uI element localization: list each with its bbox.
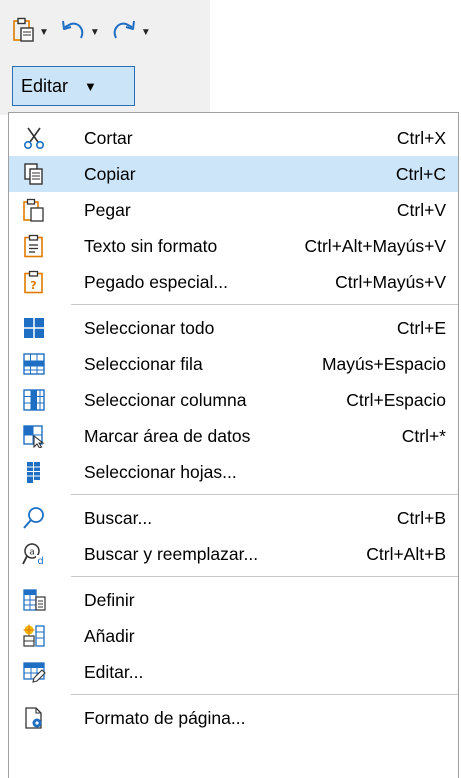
menu-item-anadir[interactable]: Añadir — [9, 618, 458, 654]
undo-button[interactable]: ▼ — [57, 16, 106, 48]
chevron-down-icon: ▼ — [84, 78, 97, 94]
search-icon — [22, 506, 46, 530]
menu-item-cortar[interactable]: Cortar Ctrl+X — [9, 120, 458, 156]
menu-item-shortcut: Ctrl+Mayús+V — [335, 271, 446, 292]
menu-item-shortcut: Mayús+Espacio — [321, 353, 446, 374]
menu-separator — [71, 304, 458, 305]
quick-access-toolbar: ▼ ▼ ▼ — [10, 14, 157, 50]
menu-item-shortcut: Ctrl+V — [396, 199, 446, 220]
svg-text:?: ? — [30, 279, 36, 292]
edit-dropdown-menu: Cortar Ctrl+X Copiar Ctrl+C Pegar Ctrl+V — [8, 112, 459, 778]
menu-item-label: Editar... — [84, 661, 144, 682]
page-format-icon — [22, 706, 46, 730]
menu-separator — [71, 694, 458, 695]
menu-item-label: Seleccionar hojas... — [84, 461, 237, 482]
scissors-icon — [22, 126, 46, 150]
select-row-icon — [22, 352, 46, 376]
undo-dropdown-arrow[interactable]: ▼ — [90, 27, 100, 38]
menu-item-seleccionar-fila[interactable]: Seleccionar fila Mayús+Espacio — [9, 346, 458, 382]
menu-item-seleccionar-columna[interactable]: Seleccionar columna Ctrl+Espacio — [9, 382, 458, 418]
menu-item-formato-de-pagina[interactable]: Formato de página... — [9, 700, 458, 736]
menu-item-seleccionar-hojas[interactable]: Seleccionar hojas... — [9, 454, 458, 490]
menu-separator — [71, 576, 458, 577]
menu-item-label: Texto sin formato — [84, 235, 218, 256]
redo-icon — [110, 18, 138, 47]
menu-item-label: Pegar — [84, 199, 131, 220]
define-range-icon — [22, 588, 46, 612]
menu-item-label: Añadir — [84, 625, 135, 646]
menu-item-label: Formato de página... — [84, 707, 246, 728]
svg-text:a: a — [29, 548, 35, 558]
menu-item-label: Buscar y reemplazar... — [84, 543, 259, 564]
menu-item-shortcut: Ctrl+C — [395, 163, 446, 184]
copy-icon — [22, 162, 46, 186]
paste-special-icon: ? — [22, 270, 46, 294]
paste-dropdown-arrow[interactable]: ▼ — [39, 27, 49, 38]
edit-menu-button[interactable]: Editar ▼ — [12, 66, 135, 106]
menu-item-texto-sin-formato[interactable]: Texto sin formato Ctrl+Alt+Mayús+V — [9, 228, 458, 264]
menu-item-label: Marcar área de datos — [84, 425, 251, 446]
menu-item-copiar[interactable]: Copiar Ctrl+C — [9, 156, 458, 192]
menu-item-shortcut: Ctrl+X — [396, 127, 446, 148]
edit-range-icon — [22, 660, 46, 684]
menu-item-label: Seleccionar todo — [84, 317, 215, 338]
menu-item-label: Definir — [84, 589, 135, 610]
edit-menu-label: Editar — [21, 75, 69, 96]
menu-item-editar[interactable]: Editar... — [9, 654, 458, 690]
add-range-icon — [22, 624, 46, 648]
toolbar-area: ▼ ▼ ▼ Editar ▼ — [0, 0, 210, 115]
paste-unformatted-icon — [22, 234, 46, 258]
paste-icon — [22, 198, 46, 222]
select-all-icon — [22, 316, 46, 340]
menu-item-shortcut: Ctrl+B — [396, 507, 446, 528]
menu-item-shortcut: Ctrl+E — [396, 317, 446, 338]
menu-item-definir[interactable]: Definir — [9, 582, 458, 618]
menu-item-shortcut: Ctrl+* — [401, 425, 446, 446]
menu-item-shortcut: Ctrl+Alt+Mayús+V — [304, 235, 446, 256]
menu-item-pegar[interactable]: Pegar Ctrl+V — [9, 192, 458, 228]
redo-button[interactable]: ▼ — [108, 16, 157, 48]
menu-item-label: Pegado especial... — [84, 271, 228, 292]
menu-item-buscar[interactable]: Buscar... Ctrl+B — [9, 500, 458, 536]
menu-item-pegado-especial[interactable]: ? Pegado especial... Ctrl+Mayús+V — [9, 264, 458, 300]
menu-item-buscar-y-reemplazar[interactable]: a d Buscar y reemplazar... Ctrl+Alt+B — [9, 536, 458, 572]
paste-icon — [12, 17, 36, 48]
redo-dropdown-arrow[interactable]: ▼ — [141, 27, 151, 38]
menu-item-marcar-area-de-datos[interactable]: Marcar área de datos Ctrl+* — [9, 418, 458, 454]
find-replace-icon: a d — [22, 542, 46, 566]
menu-item-seleccionar-todo[interactable]: Seleccionar todo Ctrl+E — [9, 310, 458, 346]
select-data-area-icon — [22, 424, 46, 448]
undo-icon — [59, 18, 87, 47]
menu-item-shortcut: Ctrl+Espacio — [346, 389, 446, 410]
menu-item-label: Buscar... — [84, 507, 153, 528]
select-column-icon — [22, 388, 46, 412]
paste-button[interactable]: ▼ — [10, 16, 55, 48]
svg-text:d: d — [37, 556, 43, 566]
menu-item-label: Copiar — [84, 163, 136, 184]
menu-item-label: Seleccionar columna — [84, 389, 247, 410]
menu-separator — [71, 494, 458, 495]
menu-item-label: Cortar — [84, 127, 133, 148]
menu-item-shortcut: Ctrl+Alt+B — [366, 543, 446, 564]
select-sheets-icon — [22, 460, 46, 484]
menu-item-label: Seleccionar fila — [84, 353, 203, 374]
